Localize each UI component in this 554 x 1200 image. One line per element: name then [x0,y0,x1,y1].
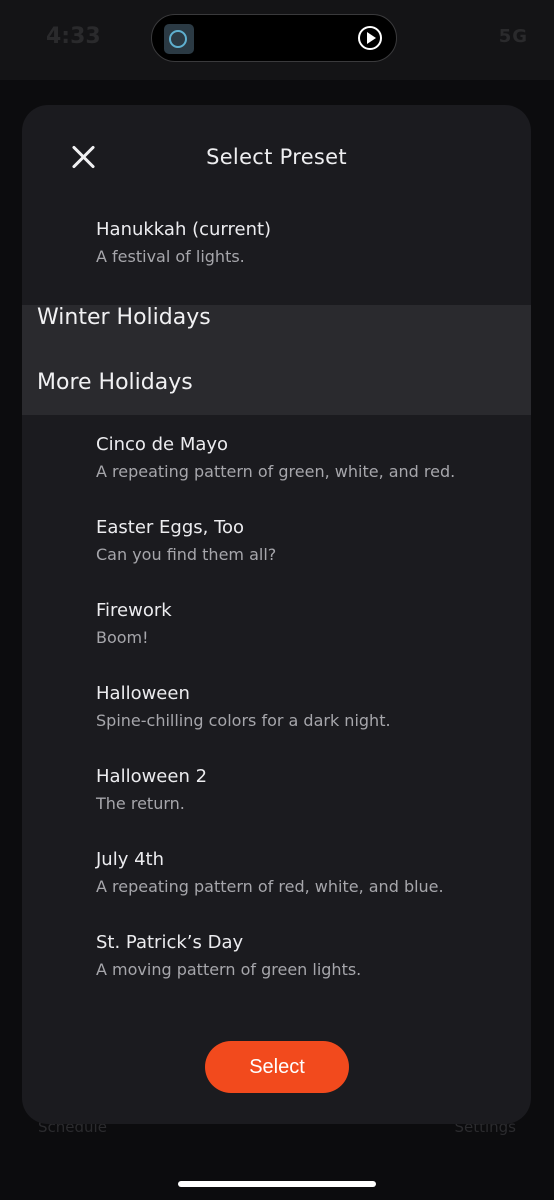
preset-description: The return. [96,794,185,813]
preset-name: July 4th [96,849,165,870]
preset-item-cinco-de-mayo[interactable]: Cinco de Mayo A repeating pattern of gre… [96,433,521,484]
home-indicator[interactable] [178,1181,376,1187]
preset-item-july-4th[interactable]: July 4th A repeating pattern of red, whi… [96,848,521,899]
sheet-header: Select Preset [22,105,531,209]
preset-name: St. Patrick’s Day [96,932,244,953]
preset-description: A repeating pattern of green, white, and… [96,462,456,481]
preset-item-firework[interactable]: Firework Boom! [96,599,521,650]
select-preset-sheet: Select Preset Hanukkah (current) A festi… [22,105,531,1124]
section-header-winter-holidays[interactable]: Winter Holidays [37,305,211,330]
network-indicator: 5G [498,26,528,47]
preset-name: Halloween [96,683,190,704]
preset-item-st-patricks-day[interactable]: St. Patrick’s Day A moving pattern of gr… [96,931,521,982]
preset-description: A moving pattern of green lights. [96,960,362,979]
preset-description: Spine-chilling colors for a dark night. [96,711,391,730]
preset-item-current[interactable]: Hanukkah (current) A festival of lights. [96,218,521,269]
preset-description: A repeating pattern of red, white, and b… [96,877,444,896]
play-circle-icon[interactable] [358,26,382,50]
preset-name: Cinco de Mayo [96,434,229,455]
section-header-more-holidays[interactable]: More Holidays [37,370,193,395]
now-playing-artwork-icon [164,24,194,54]
preset-name: Easter Eggs, Too [96,517,245,538]
screen: 4:33 5G Schedule Settings Select Preset … [0,0,554,1200]
preset-item-easter-eggs-too[interactable]: Easter Eggs, Too Can you find them all? [96,516,521,567]
dynamic-island[interactable] [151,14,397,62]
preset-name: Firework [96,600,172,621]
sheet-title: Select Preset [206,145,347,169]
status-bar: 4:33 5G [0,0,554,80]
preset-item-halloween[interactable]: Halloween Spine-chilling colors for a da… [96,682,521,733]
preset-description: Boom! [96,628,149,647]
preset-name: Hanukkah (current) [96,219,272,240]
status-time: 4:33 [46,24,101,49]
preset-description: Can you find them all? [96,545,277,564]
preset-item-halloween-2[interactable]: Halloween 2 The return. [96,765,521,816]
select-button[interactable]: Select [205,1041,349,1093]
preset-description: A festival of lights. [96,247,245,266]
preset-name: Halloween 2 [96,766,208,787]
